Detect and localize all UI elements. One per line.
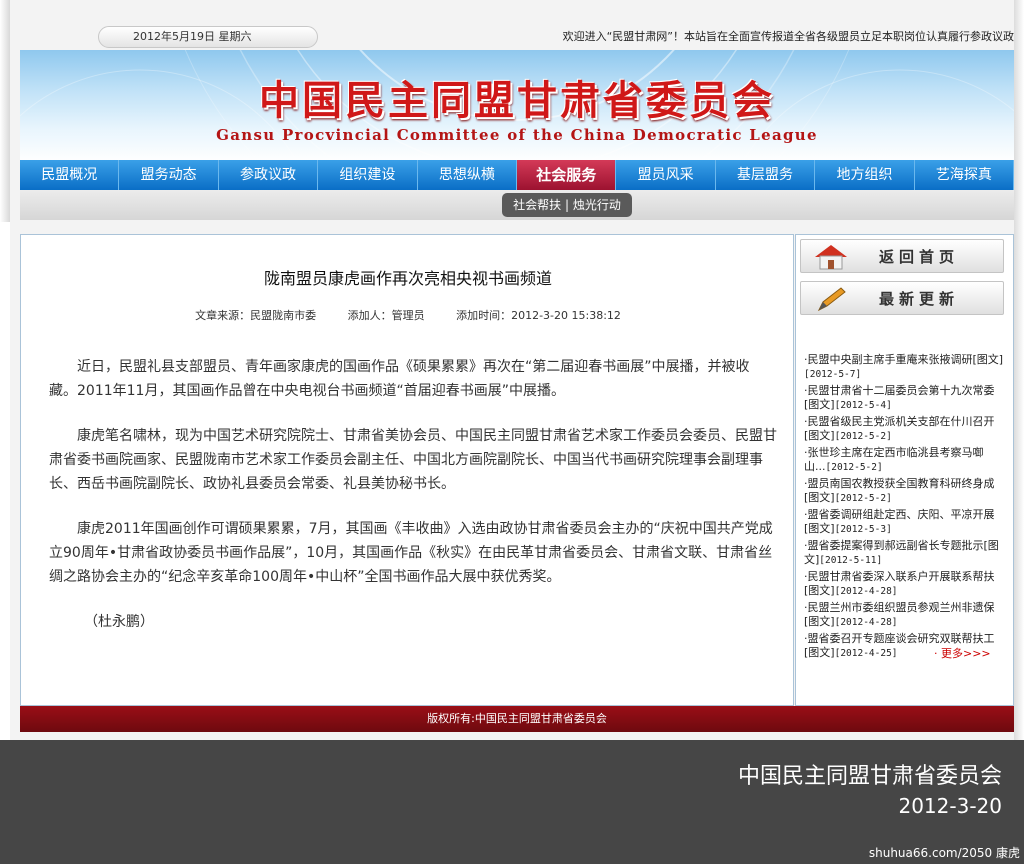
news-item[interactable]: 民盟省级民主党派机关支部在什川召开[图文][2012-5-2] <box>804 415 1004 444</box>
article-paragraph: 康虎2011年国画创作可谓硕果累累，7月，其国画《丰收曲》入选由政协甘肃省委员会… <box>49 521 773 585</box>
nav-item-members[interactable]: 盟员风采 <box>616 160 716 190</box>
article-author: 添加人：管理员 <box>347 309 425 322</box>
frame-left-shadow <box>0 0 10 222</box>
article-title: 陇南盟员康虎画作再次亮相央视书画频道 <box>263 269 552 288</box>
news-item[interactable]: 民盟中央副主席手重庵来张掖调研[图文][2012-5-7] <box>804 353 1004 382</box>
news-item[interactable]: 民盟甘肃省委深入联系户开展联系帮扶[图文][2012-4-28] <box>804 570 1004 599</box>
news-item[interactable]: 盟省委调研组赴定西、庆阳、平凉开展[图文][2012-5-3] <box>804 508 1004 537</box>
news-item[interactable]: 民盟甘肃省十二届委员会第十九次常委[图文][2012-5-4] <box>804 384 1004 413</box>
latest-updates-button[interactable]: 最新更新 <box>800 281 1004 315</box>
nav-item-grassroots[interactable]: 基层盟务 <box>716 160 816 190</box>
top-bar: 2012年5月19日 星期六 欢迎进入“民盟甘肃网”！本站旨在全面宣传报道全省各… <box>20 26 1014 48</box>
caption-title: 中国民主同盟甘肃省委员会 <box>737 764 1002 789</box>
article-panel: 陇南盟员康虎画作再次亮相央视书画频道 文章来源：民盟陇南市委 添加人：管理员 添… <box>20 234 794 706</box>
caption-credit: shuhua66.com/2050 康虎 <box>868 846 1020 860</box>
article-signature: （杜永鹏） <box>84 614 154 630</box>
article-meta: 文章来源：民盟陇南市委 添加人：管理员 添加时间：2012-3-20 15:38… <box>21 307 795 323</box>
home-button[interactable]: 返回首页 <box>800 239 1004 273</box>
main-nav: 民盟概况 盟务动态 参政议政 组织建设 思想纵横 社会服务 盟员风采 基层盟务 … <box>20 160 1015 190</box>
news-item[interactable]: 民盟兰州市委组织盟员参观兰州非遗保[图文][2012-4-28] <box>804 601 1004 630</box>
subnav-links[interactable]: 社会帮扶 | 烛光行动 <box>502 193 632 217</box>
caption-date: 2012-3-20 <box>898 794 1002 818</box>
article-paragraph: 近日，民盟礼县支部盟员、青年画家康虎的国画作品《硕果累累》再次在“第二届迎春书画… <box>49 359 750 399</box>
article-source: 文章来源：民盟陇南市委 <box>195 309 317 322</box>
sidebar: 返回首页 最新更新 民盟中央副主席手重庵来张掖调研[图文][2012-5-7] … <box>795 234 1014 706</box>
nav-item-overview[interactable]: 民盟概况 <box>20 160 120 190</box>
nav-item-politics[interactable]: 参政议政 <box>219 160 319 190</box>
date-display: 2012年5月19日 星期六 <box>98 26 318 48</box>
frame-right-shadow <box>1014 0 1024 740</box>
nav-item-social-service[interactable]: 社会服务 <box>517 160 617 190</box>
nav-item-arts[interactable]: 艺海探真 <box>915 160 1015 190</box>
site-banner: 中国民主同盟甘肃省委员会 Gansu Procvincial Committee… <box>20 50 1014 162</box>
house-icon <box>815 245 847 270</box>
nav-item-thought[interactable]: 思想纵横 <box>418 160 518 190</box>
footer-copyright: 版权所有:中国民主同盟甘肃省委员会 <box>20 706 1014 732</box>
pencil-icon <box>817 287 846 312</box>
article-time: 添加时间：2012-3-20 15:38:12 <box>456 309 621 322</box>
more-news-link[interactable]: · 更多>>> <box>934 645 991 661</box>
news-item[interactable]: 盟员南国农教授获全国教育科研终身成[图文][2012-5-2] <box>804 477 1004 506</box>
nav-item-league-news[interactable]: 盟务动态 <box>119 160 219 190</box>
article-paragraph: 康虎笔名啸林，现为中国艺术研究院院士、甘肃省美协会员、中国民主同盟甘肃省艺术家工… <box>49 428 777 492</box>
caption-bar: 中国民主同盟甘肃省委员会 2012-3-20 shuhua66.com/2050… <box>0 740 1024 864</box>
news-item[interactable]: 盟省委提案得到郝远副省长专题批示[图文][2012-5-11] <box>804 539 1004 568</box>
article-body: 近日，民盟礼县支部盟员、青年画家康虎的国画作品《硕果累累》再次在“第二届迎春书画… <box>49 355 777 655</box>
latest-news-list: 民盟中央副主席手重庵来张掖调研[图文][2012-5-7] 民盟甘肃省十二届委员… <box>804 353 1004 663</box>
home-button-label: 返回首页 <box>879 248 960 266</box>
news-item[interactable]: 张世珍主席在定西市临洮县考察马啣山...[2012-5-2] <box>804 446 1004 475</box>
site-subtitle: Gansu Procvincial Committee of the China… <box>216 126 818 144</box>
latest-updates-label: 最新更新 <box>879 290 960 308</box>
nav-item-local-org[interactable]: 地方组织 <box>815 160 915 190</box>
site-title: 中国民主同盟甘肃省委员会 <box>259 77 775 124</box>
nav-item-organization[interactable]: 组织建设 <box>318 160 418 190</box>
welcome-marquee: 欢迎进入“民盟甘肃网”！本站旨在全面宣传报道全省各级盟员立足本职岗位认真履行参政… <box>562 30 1014 43</box>
